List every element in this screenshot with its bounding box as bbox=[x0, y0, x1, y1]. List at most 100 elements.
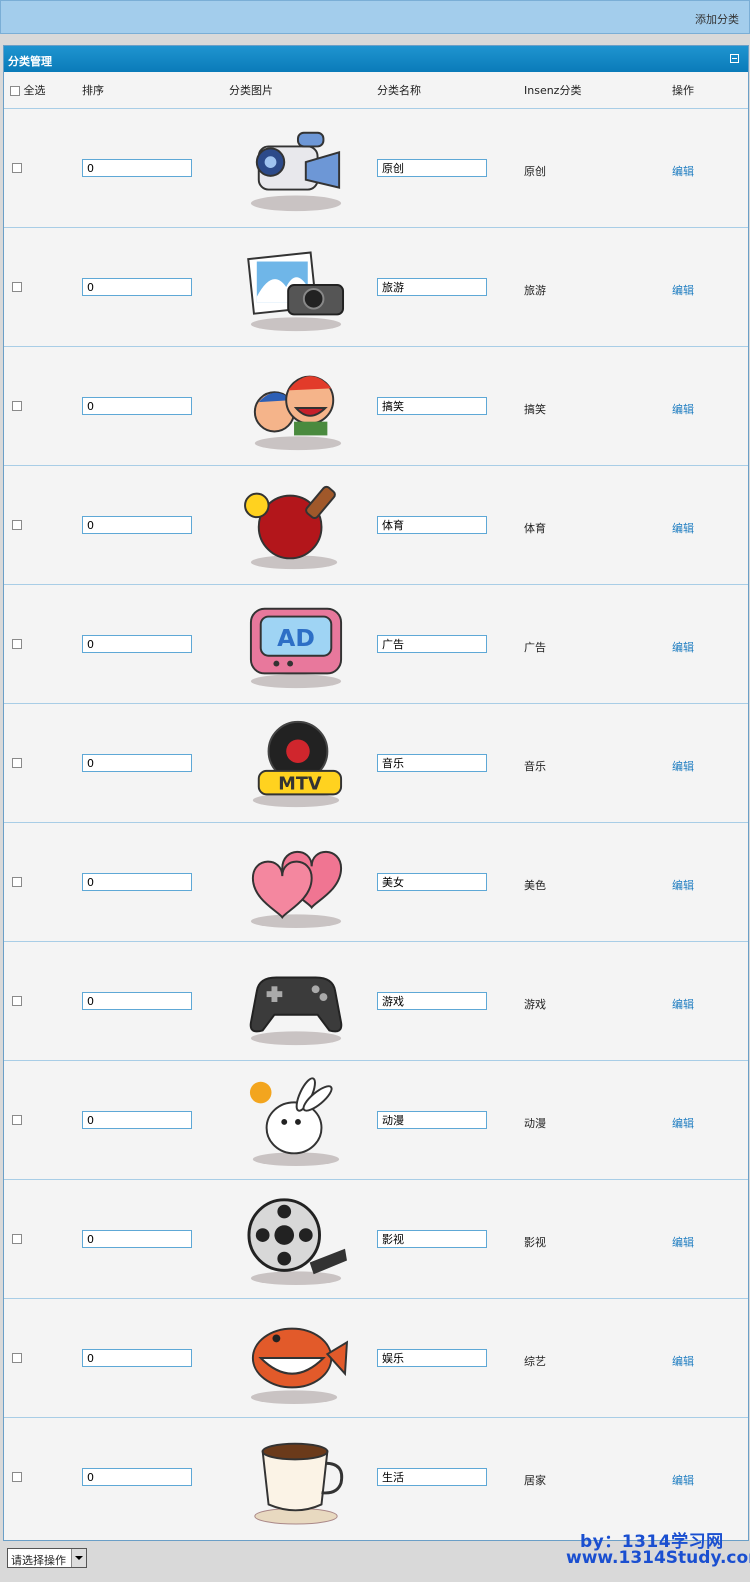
select-all-label: 全选 bbox=[23, 84, 46, 97]
sort-order-input[interactable]: 0 bbox=[82, 1349, 192, 1367]
ad-tv-icon: AD bbox=[237, 595, 355, 693]
sort-order-input[interactable]: 0 bbox=[82, 635, 192, 653]
sort-order-input[interactable]: 0 bbox=[82, 1111, 192, 1129]
header-action: 操作 bbox=[672, 84, 694, 97]
edit-link[interactable]: 编辑 bbox=[672, 1234, 694, 1250]
category-name-input[interactable]: 体育 bbox=[377, 516, 487, 534]
table-row: 0 美女 美色 编辑 bbox=[4, 823, 748, 942]
category-name-input[interactable]: 美女 bbox=[377, 873, 487, 891]
film-reel-icon bbox=[237, 1190, 355, 1288]
row-checkbox[interactable] bbox=[12, 996, 22, 1006]
sort-order-input[interactable]: 0 bbox=[82, 1230, 192, 1248]
hearts-icon bbox=[237, 833, 355, 931]
row-checkbox[interactable] bbox=[12, 1353, 22, 1363]
insenz-category: 体育 bbox=[524, 522, 546, 535]
operation-select[interactable]: 请选择操作 bbox=[7, 1548, 87, 1568]
category-name-input[interactable]: 搞笑 bbox=[377, 397, 487, 415]
operation-select-value: 请选择操作 bbox=[11, 1554, 66, 1567]
sort-order-input[interactable]: 0 bbox=[82, 159, 192, 177]
fish-icon bbox=[237, 1309, 355, 1407]
insenz-category: 综艺 bbox=[524, 1355, 546, 1368]
category-list: 0 原创 原创 编辑 0 旅游 旅游 编辑 0 搞笑 搞笑 编辑 0 体育 体育 编辑 0 AD 广告 广告 编辑 0 MT… bbox=[4, 109, 748, 1536]
header-image: 分类图片 bbox=[229, 84, 273, 97]
table-row: 0 娱乐 综艺 编辑 bbox=[4, 1299, 748, 1418]
category-name-input[interactable]: 游戏 bbox=[377, 992, 487, 1010]
sort-order-input[interactable]: 0 bbox=[82, 516, 192, 534]
insenz-category: 美色 bbox=[524, 879, 546, 892]
edit-link[interactable]: 编辑 bbox=[672, 758, 694, 774]
edit-link[interactable]: 编辑 bbox=[672, 639, 694, 655]
insenz-category: 广告 bbox=[524, 641, 546, 654]
insenz-category: 搞笑 bbox=[524, 403, 546, 416]
row-checkbox[interactable] bbox=[12, 282, 22, 292]
row-checkbox[interactable] bbox=[12, 163, 22, 173]
category-panel: 分类管理 全选 排序 分类图片 分类名称 Insenz分类 操作 0 原创 原创 编辑… bbox=[3, 45, 749, 1541]
category-name-input[interactable]: 原创 bbox=[377, 159, 487, 177]
rabbit-icon bbox=[237, 1071, 355, 1169]
add-category-link[interactable]: 添加分类 bbox=[695, 11, 739, 27]
edit-link[interactable]: 编辑 bbox=[672, 163, 694, 179]
insenz-category: 原创 bbox=[524, 165, 546, 178]
row-checkbox[interactable] bbox=[12, 1472, 22, 1482]
sort-order-input[interactable]: 0 bbox=[82, 397, 192, 415]
header-name: 分类名称 bbox=[377, 84, 421, 97]
category-name-input[interactable]: 旅游 bbox=[377, 278, 487, 296]
sort-order-input[interactable]: 0 bbox=[82, 992, 192, 1010]
insenz-category: 居家 bbox=[524, 1474, 546, 1487]
music-mtv-icon: MTV bbox=[237, 714, 355, 812]
edit-link[interactable]: 编辑 bbox=[672, 996, 694, 1012]
edit-link[interactable]: 编辑 bbox=[672, 877, 694, 893]
select-all: 全选 bbox=[10, 82, 46, 98]
sort-order-input[interactable]: 0 bbox=[82, 1468, 192, 1486]
category-name-input[interactable]: 娱乐 bbox=[377, 1349, 487, 1367]
top-bar: 添加分类 bbox=[0, 0, 750, 34]
edit-link[interactable]: 编辑 bbox=[672, 1115, 694, 1131]
insenz-category: 动漫 bbox=[524, 1117, 546, 1130]
table-row: 0 AD 广告 广告 编辑 bbox=[4, 585, 748, 704]
watermark-line2: www.1314Study.com bbox=[566, 1548, 750, 1568]
row-checkbox[interactable] bbox=[12, 1234, 22, 1244]
gamepad-icon bbox=[237, 952, 355, 1050]
row-checkbox[interactable] bbox=[12, 758, 22, 768]
table-row: 0 原创 原创 编辑 bbox=[4, 109, 748, 228]
table-row: 0 动漫 动漫 编辑 bbox=[4, 1061, 748, 1180]
collapse-icon[interactable] bbox=[730, 54, 739, 63]
row-checkbox[interactable] bbox=[12, 1115, 22, 1125]
photo-camera-icon bbox=[237, 238, 355, 336]
insenz-category: 影视 bbox=[524, 1236, 546, 1249]
insenz-category: 游戏 bbox=[524, 998, 546, 1011]
chevron-down-icon[interactable] bbox=[71, 1549, 86, 1567]
header-insenz: Insenz分类 bbox=[524, 84, 582, 97]
ping-pong-icon bbox=[237, 476, 355, 574]
table-row: 0 影视 影视 编辑 bbox=[4, 1180, 748, 1299]
insenz-category: 音乐 bbox=[524, 760, 546, 773]
sort-order-input[interactable]: 0 bbox=[82, 873, 192, 891]
insenz-category: 旅游 bbox=[524, 284, 546, 297]
select-all-checkbox[interactable] bbox=[10, 86, 20, 96]
category-name-input[interactable]: 广告 bbox=[377, 635, 487, 653]
category-name-input[interactable]: 影视 bbox=[377, 1230, 487, 1248]
sort-order-input[interactable]: 0 bbox=[82, 278, 192, 296]
edit-link[interactable]: 编辑 bbox=[672, 520, 694, 536]
edit-link[interactable]: 编辑 bbox=[672, 401, 694, 417]
category-name-input[interactable]: 动漫 bbox=[377, 1111, 487, 1129]
row-checkbox[interactable] bbox=[12, 401, 22, 411]
row-checkbox[interactable] bbox=[12, 877, 22, 887]
row-checkbox[interactable] bbox=[12, 520, 22, 530]
table-row: 0 体育 体育 编辑 bbox=[4, 466, 748, 585]
category-name-input[interactable]: 生活 bbox=[377, 1468, 487, 1486]
panel-header: 分类管理 bbox=[4, 46, 748, 72]
edit-link[interactable]: 编辑 bbox=[672, 282, 694, 298]
video-camera-icon bbox=[237, 119, 355, 217]
row-checkbox[interactable] bbox=[12, 639, 22, 649]
table-row: 0 生活 居家 编辑 bbox=[4, 1418, 748, 1536]
laughing-faces-icon bbox=[237, 357, 355, 455]
edit-link[interactable]: 编辑 bbox=[672, 1472, 694, 1488]
table-row: 0 旅游 旅游 编辑 bbox=[4, 228, 748, 347]
svg-text:MTV: MTV bbox=[278, 774, 322, 794]
panel-title: 分类管理 bbox=[8, 55, 52, 68]
sort-order-input[interactable]: 0 bbox=[82, 754, 192, 772]
edit-link[interactable]: 编辑 bbox=[672, 1353, 694, 1369]
table-header: 全选 排序 分类图片 分类名称 Insenz分类 操作 bbox=[4, 72, 748, 109]
category-name-input[interactable]: 音乐 bbox=[377, 754, 487, 772]
